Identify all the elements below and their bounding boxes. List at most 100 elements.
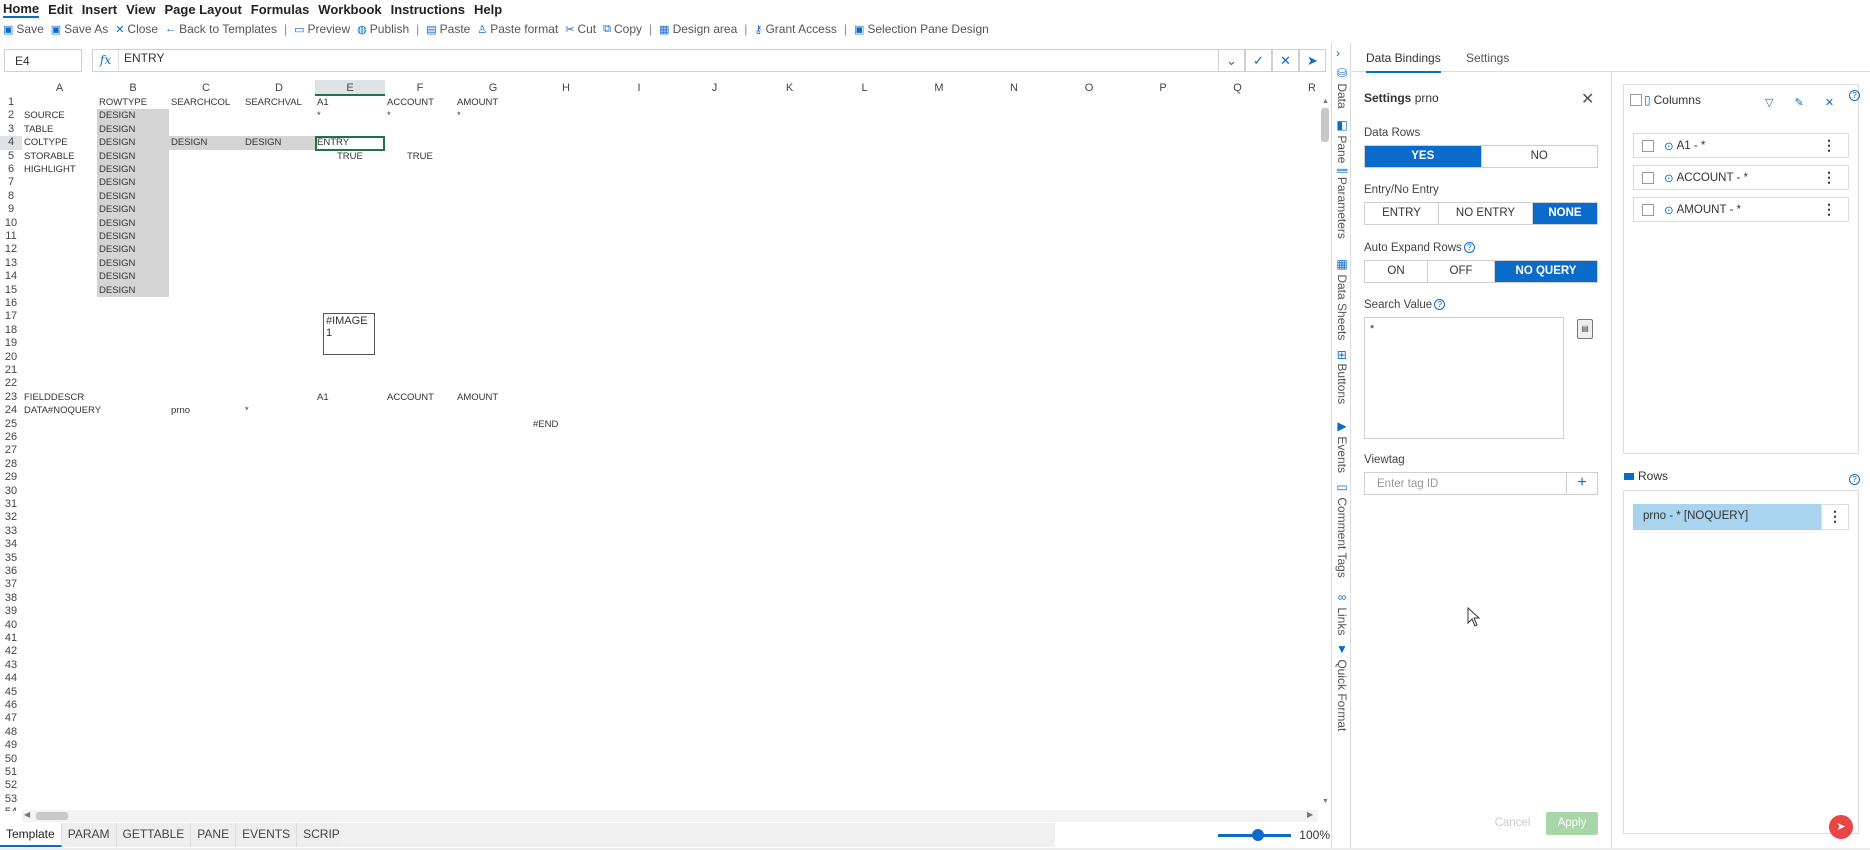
column-header[interactable]: D — [243, 80, 315, 96]
column-item[interactable]: ⊙ AMOUNT - * ⋮ — [1633, 197, 1849, 222]
row-header[interactable]: 4 — [0, 136, 22, 150]
grid-cell[interactable]: DESIGN — [243, 135, 281, 148]
image-placeholder[interactable]: #IMAGE 1 — [323, 313, 375, 356]
sheet-tab-gettable[interactable]: GETTABLE — [117, 823, 192, 847]
row-header[interactable]: 48 — [0, 726, 22, 739]
side-tab-parameters[interactable]: ⫼ Parameters — [1335, 168, 1349, 239]
auto-expand-on-button[interactable]: ON — [1365, 261, 1428, 282]
row-header[interactable]: 19 — [0, 337, 22, 350]
search-value-textarea[interactable]: * — [1364, 317, 1564, 439]
auto-expand-off-button[interactable]: OFF — [1428, 261, 1495, 282]
row-header[interactable]: 5 — [0, 150, 22, 163]
menu-help[interactable]: Help — [474, 2, 502, 17]
confirm-icon[interactable]: ✓ — [1245, 49, 1272, 72]
save-as-button[interactable]: ▣ Save As — [51, 22, 108, 36]
formula-bar[interactable]: fx ENTRY — [92, 49, 1219, 72]
vertical-scroll-thumb[interactable] — [1321, 108, 1329, 142]
side-tab-pane[interactable]: ◧ Pane — [1335, 118, 1349, 163]
row-header[interactable]: 18 — [0, 324, 22, 337]
tab-data-bindings[interactable]: Data Bindings — [1366, 51, 1441, 73]
row-header[interactable]: 1 — [0, 96, 22, 109]
row-header[interactable]: 13 — [0, 257, 22, 270]
row-header[interactable]: 52 — [0, 779, 22, 792]
row-header[interactable]: 8 — [0, 190, 22, 203]
column-header[interactable]: P — [1126, 80, 1200, 96]
grid-cell[interactable]: DESIGN — [97, 149, 135, 162]
calculator-icon[interactable]: ▤ — [1577, 319, 1593, 339]
column-header[interactable]: E — [315, 80, 385, 96]
column-checkbox[interactable] — [1642, 139, 1654, 152]
grid-cell[interactable]: DESIGN — [97, 216, 135, 229]
feedback-fab-button[interactable]: ➤ — [1829, 815, 1853, 839]
grid-cell[interactable]: DESIGN — [97, 175, 135, 188]
row-item[interactable]: prno - * [NOQUERY] — [1633, 504, 1849, 530]
row-header[interactable]: 20 — [0, 351, 22, 364]
grid-cell[interactable]: STORABLE — [22, 149, 75, 162]
row-header[interactable]: 33 — [0, 525, 22, 538]
grid-cell[interactable]: * — [455, 108, 461, 121]
grid-cell[interactable]: #END — [531, 417, 558, 430]
scroll-up-icon[interactable]: ▲ — [1322, 98, 1329, 105]
add-tag-button[interactable]: + — [1566, 472, 1598, 495]
row-header[interactable]: 23 — [0, 391, 22, 404]
rows-help-icon[interactable]: ? — [1849, 474, 1860, 485]
column-header[interactable]: Q — [1200, 80, 1275, 96]
row-header[interactable]: 46 — [0, 699, 22, 712]
more-options-icon[interactable]: ⋮ — [1822, 201, 1836, 218]
row-header[interactable]: 44 — [0, 672, 22, 685]
row-header[interactable]: 24 — [0, 404, 22, 417]
grid-cell[interactable]: * — [243, 403, 249, 416]
vertical-scrollbar[interactable]: ▲ ▼ — [1319, 96, 1331, 810]
grid-cell[interactable]: DESIGN — [97, 269, 135, 282]
side-tab-events[interactable]: ▶ Events — [1335, 419, 1349, 473]
column-item[interactable]: ⊙ A1 - * ⋮ — [1633, 133, 1849, 158]
row-header[interactable]: 21 — [0, 364, 22, 377]
publish-button[interactable]: ◍ Publish — [357, 22, 409, 36]
design-area-button[interactable]: ▦ Design area — [659, 22, 737, 36]
entry-button[interactable]: ENTRY — [1365, 203, 1439, 224]
grid-cell[interactable]: DESIGN — [97, 122, 135, 135]
row-header[interactable]: 40 — [0, 619, 22, 632]
row-header[interactable]: 22 — [0, 377, 22, 390]
column-header[interactable]: G — [455, 80, 531, 96]
row-header[interactable]: 28 — [0, 458, 22, 471]
column-item[interactable]: ⊙ ACCOUNT - * ⋮ — [1633, 165, 1849, 190]
grid-cell[interactable]: HIGHLIGHT — [22, 162, 76, 175]
tab-settings[interactable]: Settings — [1466, 51, 1509, 65]
row-header[interactable]: 17 — [0, 310, 22, 323]
scroll-left-icon[interactable]: ◀ — [24, 810, 30, 819]
send-icon[interactable]: ➤ — [1299, 49, 1326, 72]
grid-cell[interactable]: DESIGN — [97, 162, 135, 175]
column-header[interactable]: A — [22, 80, 97, 96]
grid-cell[interactable]: * — [315, 108, 321, 121]
menu-page-layout[interactable]: Page Layout — [164, 2, 241, 17]
cancel-icon[interactable]: ✕ — [1272, 49, 1299, 72]
grid-cell[interactable]: DESIGN — [97, 108, 135, 121]
grid-cell[interactable]: prno — [169, 403, 190, 416]
row-header[interactable]: 42 — [0, 645, 22, 658]
grid-cell[interactable]: TABLE — [22, 122, 53, 135]
row-header[interactable]: 37 — [0, 578, 22, 591]
side-tab-quick-format[interactable]: ▼ Quick Format — [1335, 642, 1349, 731]
menu-insert[interactable]: Insert — [82, 2, 117, 17]
select-all-columns-checkbox[interactable] — [1630, 94, 1642, 106]
sheet-tab-pane[interactable]: PANE — [191, 823, 237, 847]
column-header[interactable]: J — [677, 80, 752, 96]
columns-help-icon[interactable]: ? — [1849, 90, 1860, 101]
row-header[interactable]: 45 — [0, 686, 22, 699]
clear-icon[interactable]: ✕ — [1825, 97, 1834, 109]
grid-cell[interactable]: DESIGN — [97, 242, 135, 255]
spreadsheet-grid[interactable]: A B C D E F G H I J K L M N O P Q R 1 2 3 4 5 6 7 8 9 10 11 12 13 14 15 1… — [0, 80, 1318, 811]
horizontal-scroll-thumb[interactable] — [36, 812, 68, 820]
grid-cell[interactable]: DESIGN — [169, 135, 207, 148]
side-tab-buttons[interactable]: ⊞ Buttons — [1335, 350, 1349, 404]
row-header[interactable]: 25 — [0, 418, 22, 431]
row-header[interactable]: 43 — [0, 659, 22, 672]
menu-instructions[interactable]: Instructions — [391, 2, 465, 17]
row-header[interactable]: 7 — [0, 176, 22, 189]
column-checkbox[interactable] — [1642, 171, 1654, 184]
row-header[interactable]: 31 — [0, 498, 22, 511]
column-header[interactable]: C — [169, 80, 243, 96]
menu-home[interactable]: Home — [3, 1, 40, 18]
row-header[interactable]: 50 — [0, 753, 22, 766]
